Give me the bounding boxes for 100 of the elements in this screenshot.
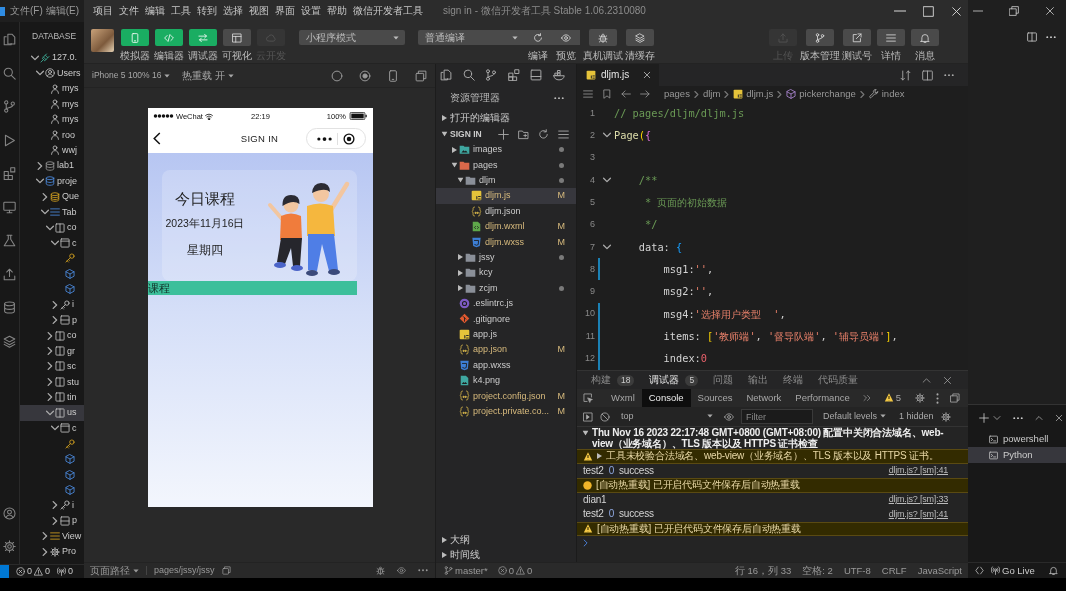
tree-item[interactable]: stu: [20, 374, 84, 390]
tree-item[interactable]: 127.0.: [20, 50, 84, 66]
more-icon[interactable]: [554, 96, 564, 100]
context-dropdown[interactable]: top: [617, 411, 717, 422]
toggle-button[interactable]: [223, 29, 251, 46]
tree-item[interactable]: Que: [20, 188, 84, 205]
tree-item[interactable]: tin: [20, 389, 84, 406]
source-link[interactable]: dljm.js? [sm]:41: [888, 465, 948, 477]
file-tree-item[interactable]: dljm.wxml M: [436, 218, 576, 235]
record-icon[interactable]: [359, 69, 371, 82]
tree-item[interactable]: c: [20, 235, 84, 251]
device-dropdown[interactable]: iPhone 5 100% 16: [92, 70, 171, 81]
tree-item[interactable]: mys: [20, 96, 84, 112]
file-tree-item[interactable]: jssy: [436, 249, 576, 266]
panel-tab[interactable]: 问题: [713, 374, 734, 386]
files-icon[interactable]: [3, 33, 16, 46]
tree-item[interactable]: i: [20, 297, 84, 313]
more-icon[interactable]: [1013, 416, 1023, 420]
boxes-icon[interactable]: [552, 69, 565, 81]
swap-icon[interactable]: [900, 69, 911, 81]
menu-item[interactable]: 编辑: [145, 5, 165, 17]
icon-button[interactable]: [877, 29, 905, 46]
file-tree-item[interactable]: project.config.json M: [436, 388, 576, 404]
icon-button[interactable]: [589, 29, 617, 46]
new-folder-icon[interactable]: [518, 128, 529, 140]
settings-icon[interactable]: [915, 393, 925, 403]
play-icon[interactable]: [3, 133, 16, 147]
toggle-button[interactable]: [155, 29, 183, 46]
chevron-up-icon[interactable]: [1035, 414, 1043, 422]
more-icon[interactable]: [944, 73, 954, 77]
panel-tab[interactable]: 终端: [783, 374, 804, 386]
back-icon[interactable]: [153, 132, 161, 145]
menu-item[interactable]: 界面: [275, 5, 295, 17]
menu-item[interactable]: 工具: [171, 5, 191, 17]
mode-dropdown[interactable]: 小程序模式: [299, 30, 405, 45]
fold-chevron-icon[interactable]: [603, 242, 611, 251]
file-tree-item[interactable]: zcjm: [436, 280, 576, 296]
section-header[interactable]: 打开的编辑器: [436, 110, 576, 126]
no-entry-icon[interactable]: [600, 411, 610, 422]
file-tree-item[interactable]: pages: [436, 157, 576, 173]
bell-icon[interactable]: [1049, 566, 1058, 575]
menu-item[interactable]: 文件(F): [10, 5, 43, 17]
icon-button[interactable]: [626, 29, 654, 46]
more-icon[interactable]: [1046, 35, 1056, 39]
upload-icon[interactable]: [3, 267, 16, 281]
tree-item[interactable]: Tab: [20, 204, 84, 220]
file-tree-item[interactable]: kcy: [436, 265, 576, 281]
capsule-button[interactable]: [306, 128, 366, 149]
tree-item[interactable]: roo: [20, 127, 84, 143]
close-icon[interactable]: [1055, 414, 1063, 422]
monitor-icon[interactable]: [3, 200, 16, 214]
devtools-tab[interactable]: Wxml: [604, 389, 642, 407]
status-item[interactable]: CRLF: [881, 564, 907, 577]
tree-item[interactable]: us: [20, 405, 84, 421]
tree-item[interactable]: i: [20, 497, 84, 514]
hot-reload-dropdown[interactable]: 热重载 开: [182, 69, 235, 82]
breadcrumb-item[interactable]: pickerchange: [786, 88, 856, 100]
menu-item[interactable]: 微信开发者工具: [353, 5, 423, 17]
brackets-icon[interactable]: [975, 566, 984, 575]
file-tree-item[interactable]: .gitignore: [436, 311, 576, 327]
devtools-tab[interactable]: Console: [641, 389, 691, 407]
copy-icon[interactable]: [415, 69, 427, 82]
phone-icon[interactable]: [387, 69, 399, 82]
editor-tab[interactable]: dljm.js: [577, 64, 660, 86]
search-icon[interactable]: [3, 66, 16, 80]
terminal-item[interactable]: Python: [968, 447, 1066, 463]
warnings-button[interactable]: 5: [883, 392, 901, 404]
tree-item[interactable]: sc: [20, 358, 84, 375]
plus-icon[interactable]: [979, 413, 989, 423]
tree-item[interactable]: Users: [20, 65, 84, 81]
bug-icon[interactable]: [376, 566, 385, 575]
devtools-tab[interactable]: Sources: [690, 389, 740, 407]
breadcrumb-item[interactable]: index: [868, 88, 905, 100]
status-item[interactable]: JavaScript: [917, 564, 962, 577]
blocks-icon[interactable]: [507, 69, 520, 81]
file-tree-item[interactable]: images: [436, 142, 576, 158]
devtools-tab[interactable]: Performance: [788, 389, 857, 407]
arrow-left-icon[interactable]: [621, 89, 631, 99]
file-tree-item[interactable]: app.json M: [436, 342, 576, 358]
chevron-up-icon[interactable]: [922, 375, 931, 385]
maximize-icon[interactable]: [923, 5, 934, 17]
file-tree-item[interactable]: .eslintrc.js: [436, 295, 576, 312]
menu-item[interactable]: 文件: [119, 5, 139, 17]
file-tree-item[interactable]: k4.png: [436, 372, 576, 389]
section-header[interactable]: SIGN IN: [436, 126, 576, 142]
status-item[interactable]: 行 16，列 33: [734, 564, 792, 577]
flask-icon[interactable]: [3, 234, 16, 247]
ring-icon[interactable]: [331, 69, 343, 82]
fold-chevron-icon[interactable]: [603, 176, 611, 185]
icon-button[interactable]: [843, 29, 871, 46]
icon-button[interactable]: [911, 29, 939, 46]
icon-button[interactable]: [552, 30, 580, 45]
tree-item[interactable]: c: [20, 420, 84, 436]
menu-item[interactable]: 选择: [223, 5, 243, 17]
tree-item[interactable]: co: [20, 327, 84, 344]
icon-button[interactable]: [806, 29, 834, 46]
account-icon[interactable]: [3, 506, 16, 520]
split-editor-icon[interactable]: [922, 69, 933, 81]
terminal-item[interactable]: powershell: [968, 431, 1066, 447]
eye-icon[interactable]: [397, 566, 406, 575]
